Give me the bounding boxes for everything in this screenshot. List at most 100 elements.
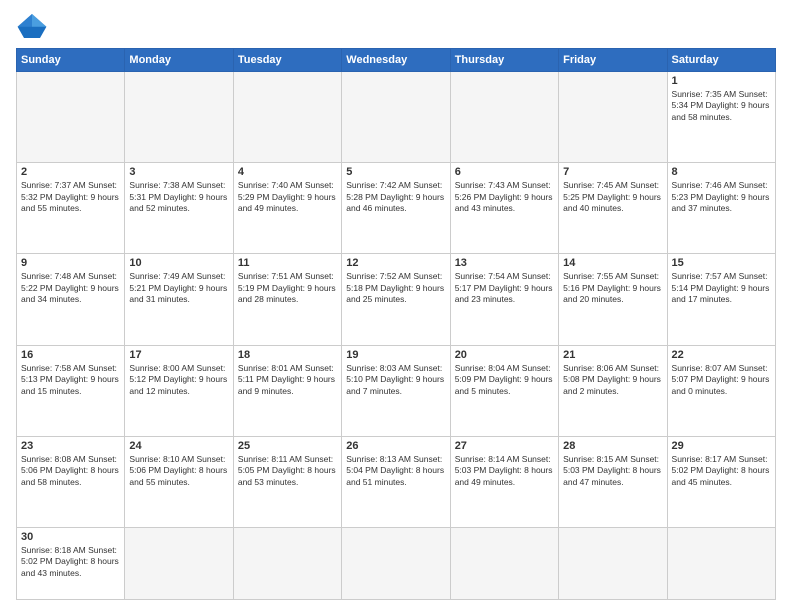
weekday-header-saturday: Saturday — [667, 49, 775, 72]
calendar-cell — [233, 527, 341, 599]
calendar-cell: 25 Sunrise: 8:11 AM Sunset: 5:05 PM Dayli… — [233, 436, 341, 527]
day-info: Sunrise: 7:43 AM Sunset: 5:26 PM Dayligh… — [455, 180, 554, 214]
calendar-cell: 24 Sunrise: 8:10 AM Sunset: 5:06 PM Dayli… — [125, 436, 233, 527]
calendar-cell: 3Sunrise: 7:38 AM Sunset: 5:31 PM Daylig… — [125, 163, 233, 254]
calendar-cell — [559, 72, 667, 163]
page: SundayMondayTuesdayWednesdayThursdayFrid… — [0, 0, 792, 612]
calendar-table: SundayMondayTuesdayWednesdayThursdayFrid… — [16, 48, 776, 600]
day-number: 14 — [563, 257, 662, 269]
day-number: 20 — [455, 349, 554, 361]
day-number: 12 — [346, 257, 445, 269]
calendar-cell: 30 Sunrise: 8:18 AM Sunset: 5:02 PM Dayli… — [17, 527, 125, 599]
day-info: Sunrise: 8:08 AM Sunset: 5:06 PM Dayligh… — [21, 454, 120, 488]
calendar-cell: 2Sunrise: 7:37 AM Sunset: 5:32 PM Daylig… — [17, 163, 125, 254]
calendar-cell: 21 Sunrise: 8:06 AM Sunset: 5:08 PM Dayli… — [559, 345, 667, 436]
day-info: Sunrise: 7:40 AM Sunset: 5:29 PM Dayligh… — [238, 180, 337, 214]
day-info: Sunrise: 8:11 AM Sunset: 5:05 PM Dayligh… — [238, 454, 337, 488]
day-number: 19 — [346, 349, 445, 361]
calendar-cell: 15Sunrise: 7:57 AM Sunset: 5:14 PM Dayli… — [667, 254, 775, 345]
day-number: 13 — [455, 257, 554, 269]
calendar-week-row: 23 Sunrise: 8:08 AM Sunset: 5:06 PM Dayli… — [17, 436, 776, 527]
calendar-cell: 14 Sunrise: 7:55 AM Sunset: 5:16 PM Dayli… — [559, 254, 667, 345]
day-number: 26 — [346, 440, 445, 452]
generalblue-logo-icon — [16, 12, 48, 40]
calendar-cell: 16 Sunrise: 7:58 AM Sunset: 5:13 PM Dayli… — [17, 345, 125, 436]
calendar-cell — [342, 527, 450, 599]
day-number: 22 — [672, 349, 771, 361]
day-number: 30 — [21, 531, 120, 543]
day-number: 2 — [21, 166, 120, 178]
calendar-week-row: 2Sunrise: 7:37 AM Sunset: 5:32 PM Daylig… — [17, 163, 776, 254]
calendar-cell: 13 Sunrise: 7:54 AM Sunset: 5:17 PM Dayli… — [450, 254, 558, 345]
day-number: 18 — [238, 349, 337, 361]
day-info: Sunrise: 7:49 AM Sunset: 5:21 PM Dayligh… — [129, 271, 228, 305]
calendar-cell — [125, 527, 233, 599]
weekday-header-tuesday: Tuesday — [233, 49, 341, 72]
day-info: Sunrise: 7:52 AM Sunset: 5:18 PM Dayligh… — [346, 271, 445, 305]
day-number: 28 — [563, 440, 662, 452]
calendar-cell: 7 Sunrise: 7:45 AM Sunset: 5:25 PM Daylig… — [559, 163, 667, 254]
calendar-cell: 26 Sunrise: 8:13 AM Sunset: 5:04 PM Dayli… — [342, 436, 450, 527]
weekday-header-sunday: Sunday — [17, 49, 125, 72]
day-info: Sunrise: 8:15 AM Sunset: 5:03 PM Dayligh… — [563, 454, 662, 488]
day-number: 10 — [129, 257, 228, 269]
day-info: Sunrise: 7:38 AM Sunset: 5:31 PM Dayligh… — [129, 180, 228, 214]
day-info: Sunrise: 7:51 AM Sunset: 5:19 PM Dayligh… — [238, 271, 337, 305]
weekday-header-friday: Friday — [559, 49, 667, 72]
calendar-cell — [233, 72, 341, 163]
day-info: Sunrise: 8:00 AM Sunset: 5:12 PM Dayligh… — [129, 363, 228, 397]
day-number: 25 — [238, 440, 337, 452]
day-number: 6 — [455, 166, 554, 178]
day-info: Sunrise: 8:06 AM Sunset: 5:08 PM Dayligh… — [563, 363, 662, 397]
weekday-header-row: SundayMondayTuesdayWednesdayThursdayFrid… — [17, 49, 776, 72]
day-number: 4 — [238, 166, 337, 178]
calendar-week-row: 9Sunrise: 7:48 AM Sunset: 5:22 PM Daylig… — [17, 254, 776, 345]
calendar-cell: 28 Sunrise: 8:15 AM Sunset: 5:03 PM Dayli… — [559, 436, 667, 527]
calendar-cell: 23 Sunrise: 8:08 AM Sunset: 5:06 PM Dayli… — [17, 436, 125, 527]
calendar-week-row: 16 Sunrise: 7:58 AM Sunset: 5:13 PM Dayli… — [17, 345, 776, 436]
day-number: 7 — [563, 166, 662, 178]
calendar-cell — [667, 527, 775, 599]
day-number: 21 — [563, 349, 662, 361]
day-info: Sunrise: 7:55 AM Sunset: 5:16 PM Dayligh… — [563, 271, 662, 305]
day-info: Sunrise: 7:58 AM Sunset: 5:13 PM Dayligh… — [21, 363, 120, 397]
day-number: 23 — [21, 440, 120, 452]
day-number: 27 — [455, 440, 554, 452]
day-info: Sunrise: 8:17 AM Sunset: 5:02 PM Dayligh… — [672, 454, 771, 488]
calendar-cell: 20 Sunrise: 8:04 AM Sunset: 5:09 PM Dayli… — [450, 345, 558, 436]
day-number: 24 — [129, 440, 228, 452]
day-info: Sunrise: 8:13 AM Sunset: 5:04 PM Dayligh… — [346, 454, 445, 488]
day-info: Sunrise: 7:42 AM Sunset: 5:28 PM Dayligh… — [346, 180, 445, 214]
calendar-cell: 4 Sunrise: 7:40 AM Sunset: 5:29 PM Daylig… — [233, 163, 341, 254]
day-info: Sunrise: 8:03 AM Sunset: 5:10 PM Dayligh… — [346, 363, 445, 397]
day-info: Sunrise: 8:10 AM Sunset: 5:06 PM Dayligh… — [129, 454, 228, 488]
day-number: 29 — [672, 440, 771, 452]
calendar-week-row: 30 Sunrise: 8:18 AM Sunset: 5:02 PM Dayli… — [17, 527, 776, 599]
calendar-cell: 10 Sunrise: 7:49 AM Sunset: 5:21 PM Dayli… — [125, 254, 233, 345]
day-number: 16 — [21, 349, 120, 361]
day-info: Sunrise: 7:35 AM Sunset: 5:34 PM Dayligh… — [672, 89, 771, 123]
calendar-cell: 5Sunrise: 7:42 AM Sunset: 5:28 PM Daylig… — [342, 163, 450, 254]
logo — [16, 12, 52, 40]
weekday-header-wednesday: Wednesday — [342, 49, 450, 72]
calendar-cell — [342, 72, 450, 163]
day-info: Sunrise: 7:54 AM Sunset: 5:17 PM Dayligh… — [455, 271, 554, 305]
calendar-cell: 11 Sunrise: 7:51 AM Sunset: 5:19 PM Dayli… — [233, 254, 341, 345]
day-info: Sunrise: 8:18 AM Sunset: 5:02 PM Dayligh… — [21, 545, 120, 579]
day-number: 17 — [129, 349, 228, 361]
day-info: Sunrise: 7:46 AM Sunset: 5:23 PM Dayligh… — [672, 180, 771, 214]
day-info: Sunrise: 8:07 AM Sunset: 5:07 PM Dayligh… — [672, 363, 771, 397]
calendar-cell: 18Sunrise: 8:01 AM Sunset: 5:11 PM Dayli… — [233, 345, 341, 436]
header — [16, 12, 776, 40]
day-info: Sunrise: 7:45 AM Sunset: 5:25 PM Dayligh… — [563, 180, 662, 214]
calendar-cell: 1Sunrise: 7:35 AM Sunset: 5:34 PM Daylig… — [667, 72, 775, 163]
calendar-week-row: 1Sunrise: 7:35 AM Sunset: 5:34 PM Daylig… — [17, 72, 776, 163]
calendar-cell: 6 Sunrise: 7:43 AM Sunset: 5:26 PM Daylig… — [450, 163, 558, 254]
day-info: Sunrise: 8:14 AM Sunset: 5:03 PM Dayligh… — [455, 454, 554, 488]
day-info: Sunrise: 8:04 AM Sunset: 5:09 PM Dayligh… — [455, 363, 554, 397]
calendar-cell: 22 Sunrise: 8:07 AM Sunset: 5:07 PM Dayli… — [667, 345, 775, 436]
weekday-header-thursday: Thursday — [450, 49, 558, 72]
day-number: 11 — [238, 257, 337, 269]
calendar-cell: 12 Sunrise: 7:52 AM Sunset: 5:18 PM Dayli… — [342, 254, 450, 345]
calendar-cell: 9Sunrise: 7:48 AM Sunset: 5:22 PM Daylig… — [17, 254, 125, 345]
